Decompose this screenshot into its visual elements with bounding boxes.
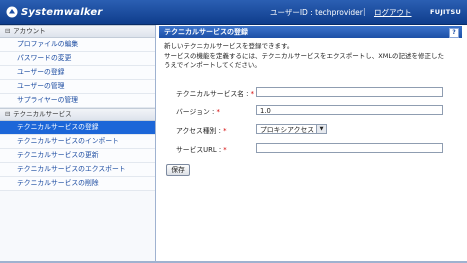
description-line: サービスの機能を定義するには、テクニカルサービスをエクスポートし、XMLの記述を…: [164, 51, 444, 60]
sidebar-item-manage-users[interactable]: ユーザーの管理: [0, 80, 155, 94]
access-type-label: アクセス種別 : *: [176, 125, 226, 135]
sidebar-item-delete-technical-service[interactable]: テクニカルサービスの削除: [0, 177, 155, 191]
header-separator: |: [363, 7, 366, 16]
user-id-label: ユーザーID : techprovider: [270, 8, 363, 17]
sidebar-item-import-technical-service[interactable]: テクニカルサービスのインポート: [0, 135, 155, 149]
page-description: 新しいテクニカルサービスを登録できます。 サービスの機能を定義するには、テクニカ…: [164, 42, 456, 71]
logout-link[interactable]: ログアウト: [374, 7, 412, 18]
sidebar: ⊟ アカウント プロファイルの編集 パスワードの変更 ユーザーの登録 ユーザーの…: [0, 25, 156, 262]
systemwalker-logo: Systemwalker: [6, 5, 102, 19]
sidebar-group-label: アカウント: [13, 27, 46, 35]
version-label-text: バージョン :: [176, 108, 215, 116]
required-mark: *: [250, 90, 254, 98]
sidebar-item-update-technical-service[interactable]: テクニカルサービスの更新: [0, 149, 155, 163]
page-title-text: テクニカルサービスの登録: [164, 28, 248, 36]
required-mark: *: [223, 146, 227, 154]
sidebar-group-account[interactable]: ⊟ アカウント: [0, 25, 155, 38]
sidebar-item-manage-suppliers[interactable]: サプライヤーの管理: [0, 94, 155, 108]
access-type-label-text: アクセス種別 :: [176, 127, 221, 135]
sidebar-group-technical-service[interactable]: ⊟ テクニカルサービス: [0, 108, 155, 121]
service-url-label-text: サービスURL :: [176, 146, 222, 154]
chevron-down-icon[interactable]: ▼: [316, 125, 326, 133]
sidebar-item-register-technical-service[interactable]: テクニカルサービスの登録: [0, 121, 155, 135]
sidebar-item-edit-profile[interactable]: プロファイルの編集: [0, 38, 155, 52]
systemwalker-logo-icon: [6, 6, 18, 18]
fujitsu-logo: FUJITSU: [430, 8, 462, 16]
access-type-select[interactable]: プロキシアクセス ▼: [256, 124, 327, 134]
page-title: テクニカルサービスの登録 ?: [159, 26, 462, 38]
service-name-input[interactable]: [256, 87, 443, 97]
sidebar-item-register-user[interactable]: ユーザーの登録: [0, 66, 155, 80]
sidebar-item-export-technical-service[interactable]: テクニカルサービスのエクスポート: [0, 163, 155, 177]
save-button[interactable]: 保存: [166, 164, 190, 176]
description-line: うえでインポートしてください。: [164, 61, 261, 69]
version-input[interactable]: 1.0: [256, 105, 443, 115]
access-type-selected: プロキシアクセス: [260, 126, 315, 134]
version-label: バージョン : *: [176, 106, 220, 116]
help-icon[interactable]: ?: [449, 28, 459, 38]
sidebar-group-label: テクニカルサービス: [13, 110, 72, 118]
service-url-input[interactable]: [256, 143, 443, 153]
sidebar-item-change-password[interactable]: パスワードの変更: [0, 52, 155, 66]
top-header-bar: Systemwalker ユーザーID : techprovider | ログア…: [0, 0, 467, 25]
required-mark: *: [223, 127, 227, 135]
description-line: 新しいテクニカルサービスを登録できます。: [164, 42, 294, 50]
service-name-label-text: テクニカルサービス名 :: [176, 90, 249, 98]
main-panel: テクニカルサービスの登録 ? 新しいテクニカルサービスを登録できます。 サービス…: [156, 25, 463, 262]
brand-name: Systemwalker: [21, 6, 103, 18]
required-mark: *: [216, 108, 220, 116]
service-url-label: サービスURL : *: [176, 144, 227, 154]
collapse-icon[interactable]: ⊟: [5, 26, 11, 37]
collapse-icon[interactable]: ⊟: [5, 109, 11, 120]
service-name-label: テクニカルサービス名 : *: [176, 88, 254, 98]
